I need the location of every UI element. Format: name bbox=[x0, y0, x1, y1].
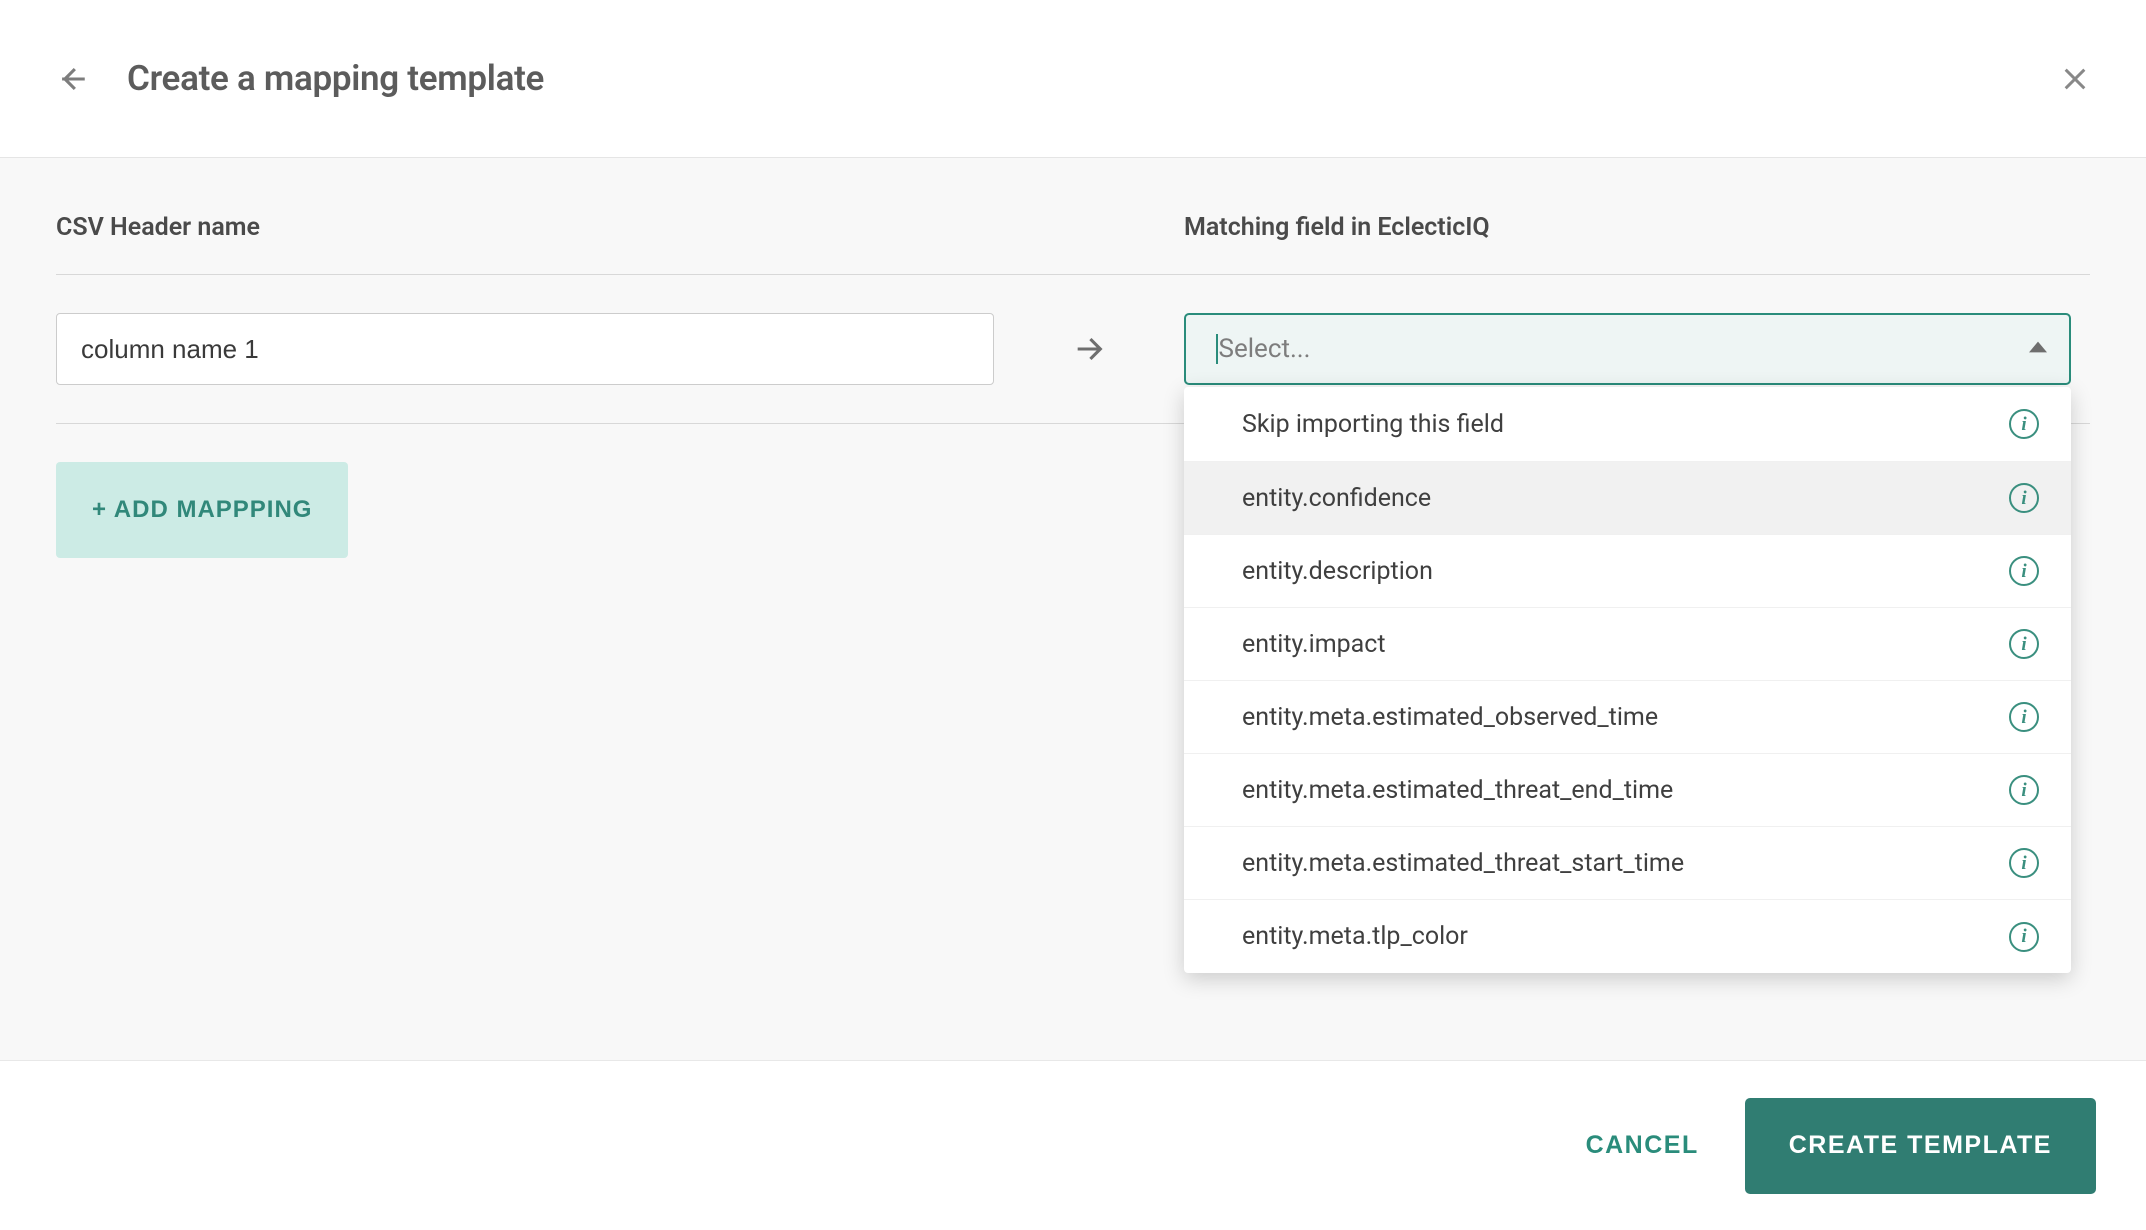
matching-field-select-wrapper: Select... Skip importing this fieldentit… bbox=[1184, 313, 2071, 385]
caret-up-icon bbox=[2029, 338, 2047, 360]
dropdown-option-label: entity.description bbox=[1242, 557, 1433, 586]
csv-header-input[interactable] bbox=[56, 313, 994, 385]
close-icon[interactable] bbox=[2059, 63, 2091, 95]
header-left: Create a mapping template bbox=[55, 58, 544, 99]
dropdown-option[interactable]: entity.meta.estimated_threat_start_time bbox=[1184, 827, 2071, 900]
dropdown-option[interactable]: entity.meta.estimated_threat_end_time bbox=[1184, 754, 2071, 827]
dropdown-option[interactable]: entity.description bbox=[1184, 535, 2071, 608]
matching-field-label: Matching field in EclecticIQ bbox=[1184, 213, 2090, 242]
info-icon[interactable] bbox=[2009, 775, 2039, 805]
info-icon[interactable] bbox=[2009, 629, 2039, 659]
modal-header: Create a mapping template bbox=[0, 0, 2146, 158]
dropdown-option[interactable]: entity.impact bbox=[1184, 608, 2071, 681]
info-icon[interactable] bbox=[2009, 556, 2039, 586]
dropdown-option-label: entity.impact bbox=[1242, 630, 1386, 659]
dropdown-option-label: Skip importing this field bbox=[1242, 410, 1504, 439]
info-icon[interactable] bbox=[2009, 483, 2039, 513]
info-icon[interactable] bbox=[2009, 702, 2039, 732]
matching-field-select[interactable]: Select... bbox=[1184, 313, 2071, 385]
dropdown-option-label: entity.meta.estimated_observed_time bbox=[1242, 703, 1658, 732]
page-title: Create a mapping template bbox=[127, 58, 544, 99]
content-area: CSV Header name Matching field in Eclect… bbox=[0, 158, 2146, 1060]
info-icon[interactable] bbox=[2009, 848, 2039, 878]
dropdown-option-label: entity.meta.tlp_color bbox=[1242, 922, 1468, 951]
cancel-button[interactable]: CANCEL bbox=[1576, 1111, 1709, 1180]
create-template-button[interactable]: CREATE TEMPLATE bbox=[1745, 1098, 2096, 1194]
info-icon[interactable] bbox=[2009, 922, 2039, 952]
column-headers: CSV Header name Matching field in Eclect… bbox=[56, 213, 2090, 274]
arrow-right-icon bbox=[994, 332, 1184, 366]
divider bbox=[56, 274, 2090, 275]
mapping-row: Select... Skip importing this fieldentit… bbox=[56, 313, 2090, 423]
dropdown-option[interactable]: Skip importing this field bbox=[1184, 387, 2071, 462]
info-icon[interactable] bbox=[2009, 409, 2039, 439]
dropdown-option[interactable]: entity.confidence bbox=[1184, 462, 2071, 535]
select-placeholder: Select... bbox=[1219, 334, 1311, 364]
back-arrow-icon[interactable] bbox=[55, 62, 89, 96]
dropdown-option-label: entity.meta.estimated_threat_end_time bbox=[1242, 776, 1673, 805]
field-dropdown[interactable]: Skip importing this field entity.confiden… bbox=[1184, 387, 2071, 973]
dropdown-option[interactable]: entity.meta.estimated_observed_time bbox=[1184, 681, 2071, 754]
text-cursor bbox=[1216, 334, 1218, 364]
dropdown-option-label: entity.meta.estimated_threat_start_time bbox=[1242, 849, 1684, 878]
add-mapping-button[interactable]: + ADD MAPPPING bbox=[56, 462, 348, 558]
dropdown-option[interactable]: entity.meta.tlp_color bbox=[1184, 900, 2071, 973]
dropdown-option-label: entity.confidence bbox=[1242, 484, 1431, 513]
modal-footer: CANCEL CREATE TEMPLATE bbox=[0, 1060, 2146, 1230]
csv-header-label: CSV Header name bbox=[56, 213, 1184, 242]
